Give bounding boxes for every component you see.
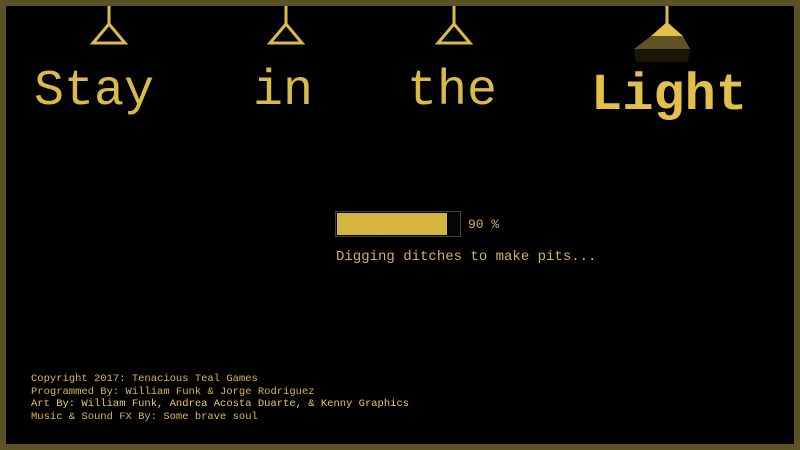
ceiling-lamp-icon xyxy=(256,0,316,60)
title-word-the: the xyxy=(407,63,498,120)
loading-progress-fill xyxy=(337,213,447,235)
credits-block: Copyright 2017: Tenacious Teal Games Pro… xyxy=(31,373,409,423)
title-word-stay: Stay xyxy=(34,63,155,120)
loading-percent-label: 90 % xyxy=(468,217,500,232)
ceiling-lamp-icon xyxy=(79,0,139,60)
loading-progress-bar xyxy=(335,211,461,237)
title-word-light: Light xyxy=(591,66,748,125)
ceiling-lamp-icon xyxy=(424,0,484,60)
credit-programmers: Programmed By: William Funk & Jorge Rodr… xyxy=(31,385,315,398)
credit-copyright: Copyright 2017: Tenacious Teal Games xyxy=(31,373,258,385)
credit-artists: Art By: William Funk, Andrea Acosta Duar… xyxy=(31,398,410,410)
credit-audio: Music & Sound FX By: Some brave soul xyxy=(31,410,258,423)
loading-message: Digging ditches to make pits... xyxy=(336,249,597,265)
title-word-in: in xyxy=(253,63,314,120)
ceiling-lamp-lit-icon xyxy=(630,0,700,62)
